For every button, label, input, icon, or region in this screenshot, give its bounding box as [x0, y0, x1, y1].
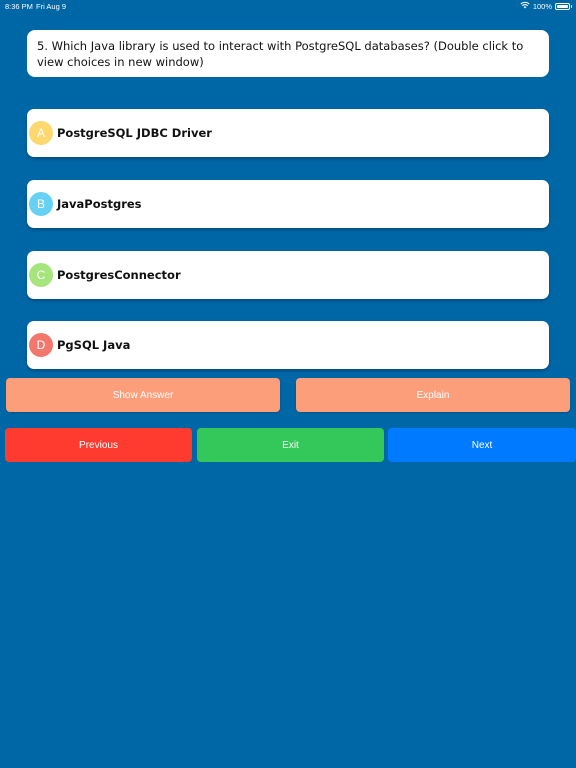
- exit-button[interactable]: Exit: [197, 428, 384, 462]
- choice-a-badge: A: [29, 121, 53, 145]
- battery-icon: [555, 2, 572, 10]
- explain-button[interactable]: Explain: [296, 378, 570, 412]
- choice-b-text: JavaPostgres: [57, 197, 142, 211]
- previous-button[interactable]: Previous: [5, 428, 192, 462]
- battery-percent: 100%: [532, 1, 552, 11]
- choice-d[interactable]: D PgSQL Java: [27, 321, 549, 369]
- status-time: 8:36 PM: [5, 2, 33, 11]
- choice-c-badge: C: [29, 263, 53, 287]
- question-card[interactable]: 5. Which Java library is used to interac…: [27, 30, 549, 77]
- status-bar: 8:36 PM Fri Aug 9 100%: [0, 0, 576, 14]
- choice-b[interactable]: B JavaPostgres: [27, 180, 549, 228]
- status-right: 100%: [520, 1, 572, 11]
- wifi-icon: [520, 1, 530, 11]
- next-button[interactable]: Next: [388, 428, 576, 462]
- choice-c[interactable]: C PostgresConnector: [27, 251, 549, 299]
- choice-d-badge: D: [29, 333, 53, 357]
- choice-c-text: PostgresConnector: [57, 268, 181, 282]
- choice-a-text: PostgreSQL JDBC Driver: [57, 126, 212, 140]
- question-text: 5. Which Java library is used to interac…: [37, 39, 524, 69]
- status-date: Fri Aug 9: [36, 2, 67, 11]
- battery-fill: [557, 4, 568, 8]
- choice-a[interactable]: A PostgreSQL JDBC Driver: [27, 109, 549, 157]
- choice-d-text: PgSQL Java: [57, 338, 131, 352]
- show-answer-button[interactable]: Show Answer: [6, 378, 280, 412]
- choice-b-badge: B: [29, 192, 53, 216]
